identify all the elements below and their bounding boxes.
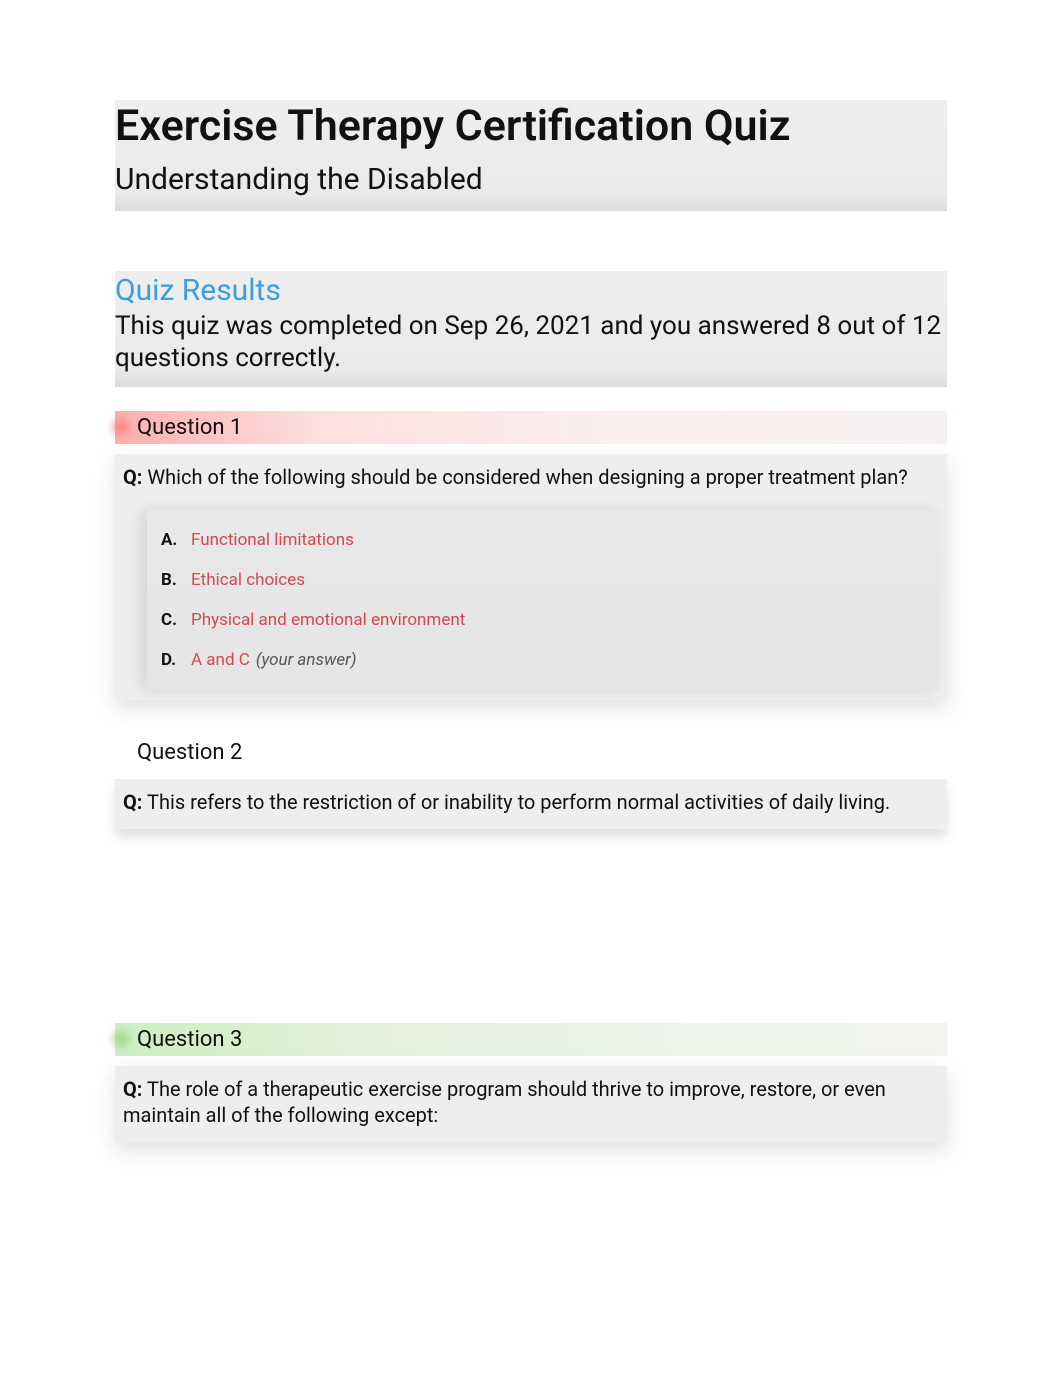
prompt-text: This refers to the restriction of or ina… [147, 790, 890, 814]
answer-row: B. Ethical choices [161, 560, 925, 600]
answer-letter: D. [161, 650, 187, 670]
question-header-correct: Question 3 [115, 1023, 947, 1056]
question-header-incorrect: Question 1 [115, 411, 947, 444]
question-label: Question 3 [137, 1027, 242, 1052]
answer-letter: A. [161, 530, 187, 550]
answer-letter: B. [161, 570, 187, 590]
results-title: Quiz Results [115, 273, 947, 308]
your-answer-label: (your answer) [256, 650, 357, 670]
question-label: Question 1 [137, 415, 242, 440]
answers-list: A. Functional limitations B. Ethical cho… [147, 510, 939, 690]
question-prompt: Q: The role of a therapeutic exercise pr… [123, 1076, 939, 1128]
question-body: Q: This refers to the restriction of or … [115, 779, 947, 829]
answer-text: Functional limitations [191, 530, 354, 550]
prompt-prefix: Q: [123, 790, 142, 814]
answer-text: A and C [191, 650, 250, 670]
results-block: Quiz Results This quiz was completed on … [115, 271, 947, 387]
prompt-text: The role of a therapeutic exercise progr… [123, 1077, 886, 1127]
results-summary: This quiz was completed on Sep 26, 2021 … [115, 310, 947, 375]
question-header: Question 2 [115, 736, 947, 769]
question-body: Q: Which of the following should be cons… [115, 454, 947, 700]
page-header: Exercise Therapy Certification Quiz Unde… [115, 100, 947, 211]
page-subtitle: Understanding the Disabled [115, 162, 947, 197]
question-prompt: Q: This refers to the restriction of or … [123, 789, 939, 815]
answer-text: Ethical choices [191, 570, 305, 590]
prompt-prefix: Q: [123, 1077, 142, 1101]
question-body: Q: The role of a therapeutic exercise pr… [115, 1066, 947, 1142]
answer-row: A. Functional limitations [161, 520, 925, 560]
content-gap [115, 857, 947, 1017]
question-prompt: Q: Which of the following should be cons… [123, 464, 939, 490]
page-title: Exercise Therapy Certification Quiz [115, 100, 947, 154]
answer-letter: C. [161, 610, 187, 630]
question-label: Question 2 [137, 740, 242, 765]
answer-text: Physical and emotional environment [191, 610, 465, 630]
prompt-prefix: Q: [123, 465, 142, 489]
answer-row: D. A and C (your answer) [161, 640, 925, 680]
answer-row: C. Physical and emotional environment [161, 600, 925, 640]
prompt-text: Which of the following should be conside… [147, 465, 907, 489]
